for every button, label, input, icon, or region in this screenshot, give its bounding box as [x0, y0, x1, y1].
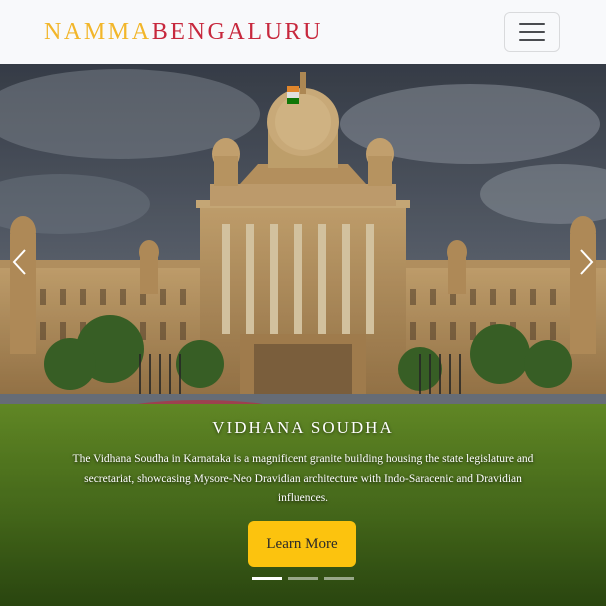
brand-logo[interactable]: NAMMABENGALURU	[44, 19, 323, 46]
learn-more-button[interactable]: Learn More	[248, 521, 356, 567]
slide-description: The Vidhana Soudha in Karnataka is a mag…	[72, 453, 534, 504]
chevron-right-icon	[580, 249, 594, 275]
brand-part-bengaluru: BENGALURU	[151, 18, 324, 45]
carousel-prev-button[interactable]	[0, 240, 40, 284]
slide-title: VIDHANA SOUDHA	[212, 418, 394, 437]
carousel-caption: VIDHANA SOUDHA The Vidhana Soudha in Kar…	[60, 418, 546, 509]
navbar-toggler-button[interactable]	[504, 12, 560, 52]
chevron-left-icon	[12, 249, 26, 275]
hero-carousel: VIDHANA SOUDHA The Vidhana Soudha in Kar…	[0, 64, 606, 606]
hamburger-icon-line	[519, 31, 545, 33]
carousel-indicator-2[interactable]	[288, 577, 318, 580]
navbar: NAMMABENGALURU	[0, 0, 606, 64]
hamburger-icon	[519, 23, 545, 25]
carousel-next-button[interactable]	[566, 240, 606, 284]
brand-part-namma: NAMMA	[44, 18, 152, 45]
carousel-indicators	[0, 577, 606, 580]
hamburger-icon-line	[519, 39, 545, 41]
carousel-indicator-1[interactable]	[252, 577, 282, 580]
carousel-indicator-3[interactable]	[324, 577, 354, 580]
